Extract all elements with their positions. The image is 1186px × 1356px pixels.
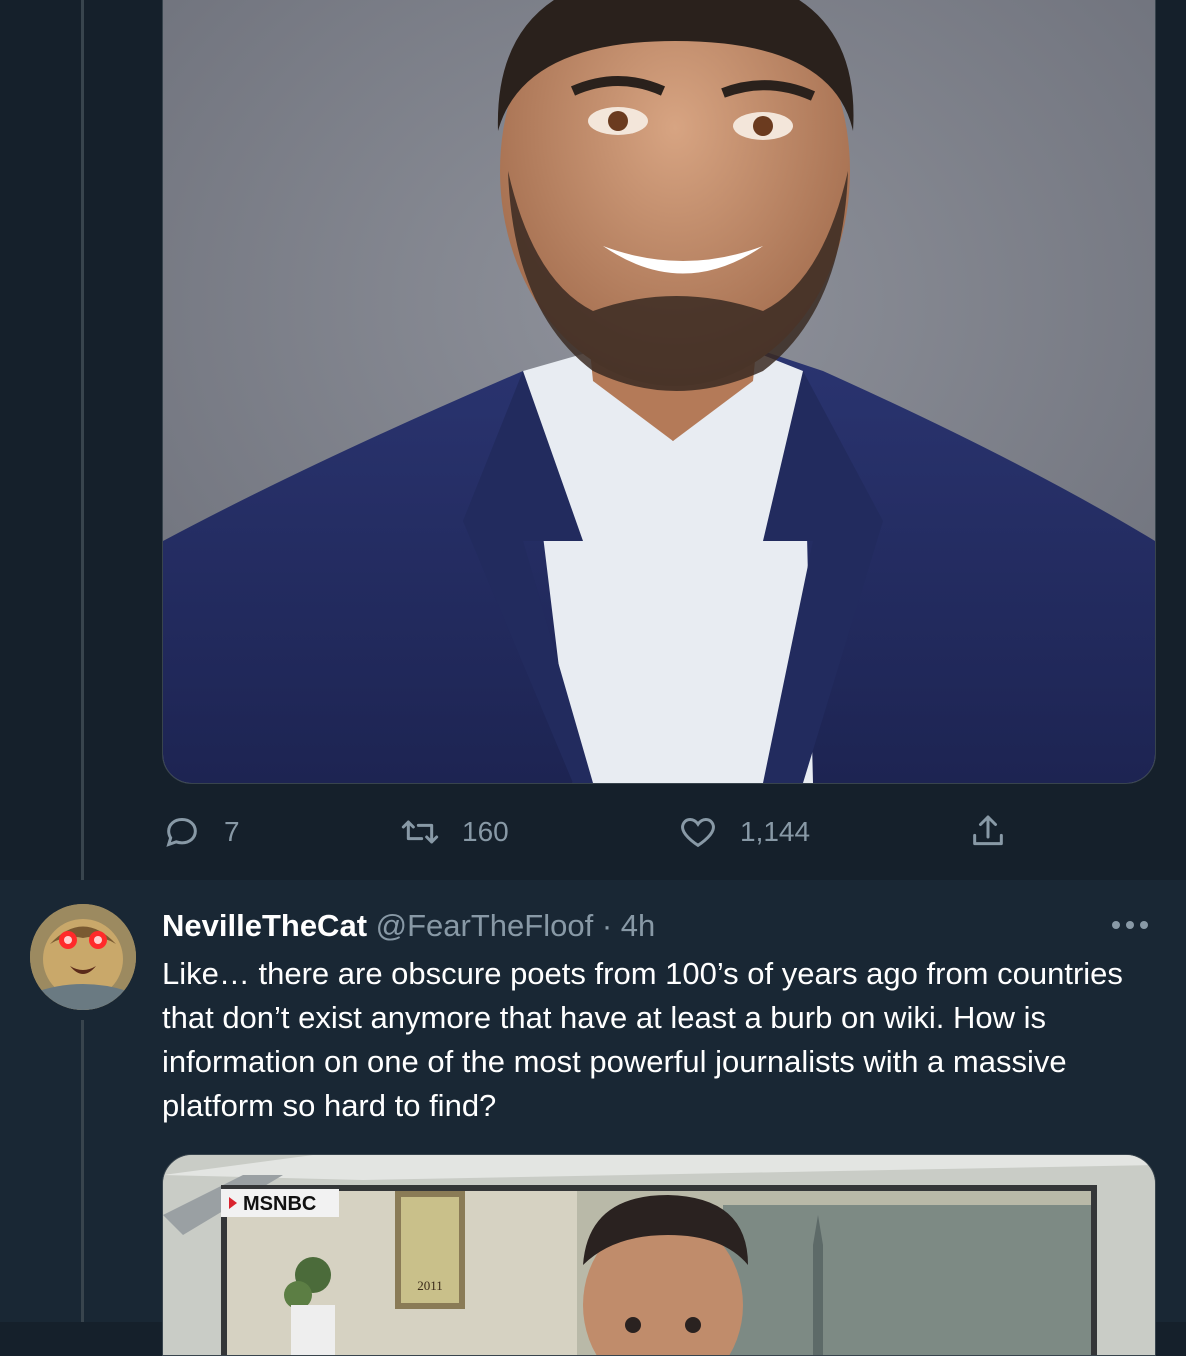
poster-year: 2011 (417, 1278, 443, 1293)
more-icon (1112, 921, 1148, 929)
thread-line-bottom (81, 1020, 84, 1322)
header-separator: · (601, 908, 613, 943)
like-count: 1,144 (740, 816, 811, 847)
avatar-image (30, 904, 136, 1010)
thread-line-top (81, 0, 84, 880)
tweet-video-thumbnail[interactable]: 2011 MSNBC (162, 1154, 1156, 1356)
timestamp[interactable]: 4h (621, 908, 655, 943)
share-icon (973, 815, 1003, 846)
heart-icon (681, 817, 715, 848)
tweet-text: Like… there are obscure poets from 100’s… (162, 956, 1123, 1123)
portrait-photo (163, 0, 1155, 783)
retweet-button[interactable]: 160 (400, 812, 509, 852)
tweet-header: NevilleTheCat @FearTheFloof · 4h (162, 904, 655, 948)
display-name[interactable]: NevilleTheCat (162, 908, 367, 943)
reply-icon (166, 817, 197, 847)
retweet-icon (401, 820, 439, 844)
avatar[interactable] (30, 904, 136, 1010)
share-button[interactable] (968, 812, 1030, 852)
tweet-actions: 7 160 1,144 (162, 812, 1062, 858)
more-options-button[interactable] (1108, 910, 1152, 940)
user-handle[interactable]: @FearTheFloof (376, 908, 594, 943)
reply-button[interactable]: 7 (162, 812, 240, 852)
network-label: MSNBC (243, 1193, 317, 1215)
retweet-count: 160 (462, 816, 509, 847)
reply-count: 7 (224, 816, 240, 847)
tweet-photo[interactable] (162, 0, 1156, 784)
video-frame: 2011 (163, 1155, 1155, 1355)
tweet-reply[interactable]: NevilleTheCat @FearTheFloof · 4h Like… t… (0, 880, 1186, 1356)
tweet-previous[interactable]: 7 160 1,144 (0, 0, 1186, 880)
like-button[interactable]: 1,144 (678, 812, 810, 852)
